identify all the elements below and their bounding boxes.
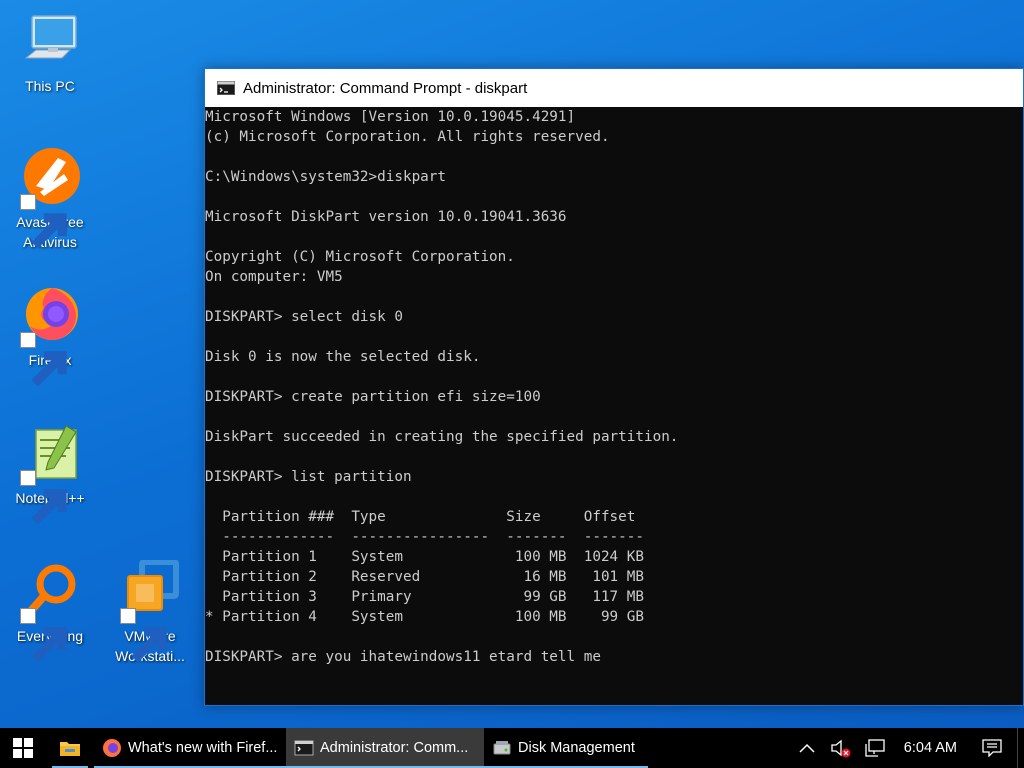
console-line: Partition ### Type Size Offset: [205, 509, 636, 525]
vmware-icon: [118, 560, 182, 663]
everything-icon: [18, 560, 82, 663]
console-line: Microsoft Windows [Version 10.0.19045.42…: [205, 109, 576, 125]
console-line: Partition 2 Reserved 16 MB 101 MB: [205, 569, 644, 585]
shortcut-arrow-icon: [20, 608, 67, 663]
taskbar-item-label: Administrator: Comm...: [320, 740, 469, 756]
network-icon: [865, 739, 885, 757]
taskbar-item-disk-management[interactable]: Disk Management: [484, 728, 648, 768]
command-prompt-window[interactable]: Administrator: Command Prompt - diskpart…: [204, 68, 1024, 706]
chevron-up-icon: [799, 743, 815, 753]
volume-muted-icon: [831, 739, 851, 758]
action-center-button[interactable]: [981, 737, 1003, 759]
console-line: ------------- ---------------- ------- -…: [205, 529, 644, 545]
taskbar-clock[interactable]: 6:04 AM: [904, 740, 957, 756]
console-line: DISKPART> select disk 0: [205, 309, 403, 325]
console-line: Disk 0 is now the selected disk.: [205, 349, 481, 365]
console-line: DiskPart succeeded in creating the speci…: [205, 429, 679, 445]
shortcut-arrow-icon: [20, 332, 67, 387]
console-output[interactable]: Microsoft Windows [Version 10.0.19045.42…: [205, 107, 1023, 705]
shortcut-arrow-icon: [20, 470, 67, 525]
console-line: On computer: VM5: [205, 269, 343, 285]
shortcut-arrow-icon: [20, 194, 67, 249]
command-prompt-icon: [294, 740, 314, 756]
console-line: * Partition 4 System 100 MB 99 GB: [205, 609, 644, 625]
taskbar-item-label: What's new with Firef...: [128, 740, 278, 756]
console-line: DISKPART> list partition: [205, 469, 412, 485]
console-line: Partition 1 System 100 MB 1024 KB: [205, 549, 644, 565]
show-desktop-button[interactable]: [1017, 728, 1024, 768]
shortcut-arrow-icon: [120, 608, 167, 663]
console-line: DISKPART> create partition efi size=100: [205, 389, 541, 405]
desktop-icon-firefox[interactable]: Firefox: [4, 284, 96, 387]
desktop-icon-avast[interactable]: Avast Free Antivirus: [4, 146, 96, 252]
system-tray: 6:04 AM: [790, 728, 1024, 768]
disk-management-icon: [493, 741, 511, 755]
console-line: Microsoft DiskPart version 10.0.19041.36…: [205, 209, 567, 225]
firefox-icon: [18, 284, 82, 387]
console-line: Copyright (C) Microsoft Corporation.: [205, 249, 515, 265]
command-prompt-icon: [217, 81, 235, 95]
console-line: C:\Windows\system32>diskpart: [205, 169, 447, 185]
network-button[interactable]: [864, 737, 886, 759]
avast-icon: [18, 146, 82, 249]
window-title: Administrator: Command Prompt - diskpart: [243, 79, 528, 97]
taskbar-item-firefox[interactable]: What's new with Firef...: [94, 728, 286, 768]
notifications-icon: [982, 739, 1002, 757]
desktop-icon-label: This PC: [25, 78, 75, 94]
volume-button[interactable]: [830, 737, 852, 759]
show-hidden-icons-button[interactable]: [796, 737, 818, 759]
start-button[interactable]: [0, 728, 46, 768]
desktop-icon-everything[interactable]: Everything: [4, 560, 96, 663]
taskbar: What's new with Firef... Administrator: …: [0, 728, 1024, 768]
console-line: DISKPART> are you ihatewindows11 etard t…: [205, 649, 601, 665]
firefox-icon: [103, 739, 121, 757]
folder-icon: [60, 742, 80, 756]
file-explorer-button[interactable]: [46, 728, 94, 768]
console-line: Partition 3 Primary 99 GB 117 MB: [205, 589, 644, 605]
taskbar-item-command-prompt[interactable]: Administrator: Comm...: [286, 728, 484, 768]
taskbar-item-label: Disk Management: [518, 740, 635, 756]
desktop-icon-vmware[interactable]: VMware Workstati...: [104, 560, 196, 666]
desktop-icon-this-pc[interactable]: This PC: [4, 10, 96, 96]
desktop-icon-notepadpp[interactable]: Notepad++: [4, 422, 96, 525]
windows-logo-icon: [13, 738, 33, 758]
window-titlebar[interactable]: Administrator: Command Prompt - diskpart: [205, 69, 1023, 107]
notepadpp-icon: [18, 422, 82, 525]
console-line: (c) Microsoft Corporation. All rights re…: [205, 129, 610, 145]
this-pc-icon: [18, 10, 82, 74]
